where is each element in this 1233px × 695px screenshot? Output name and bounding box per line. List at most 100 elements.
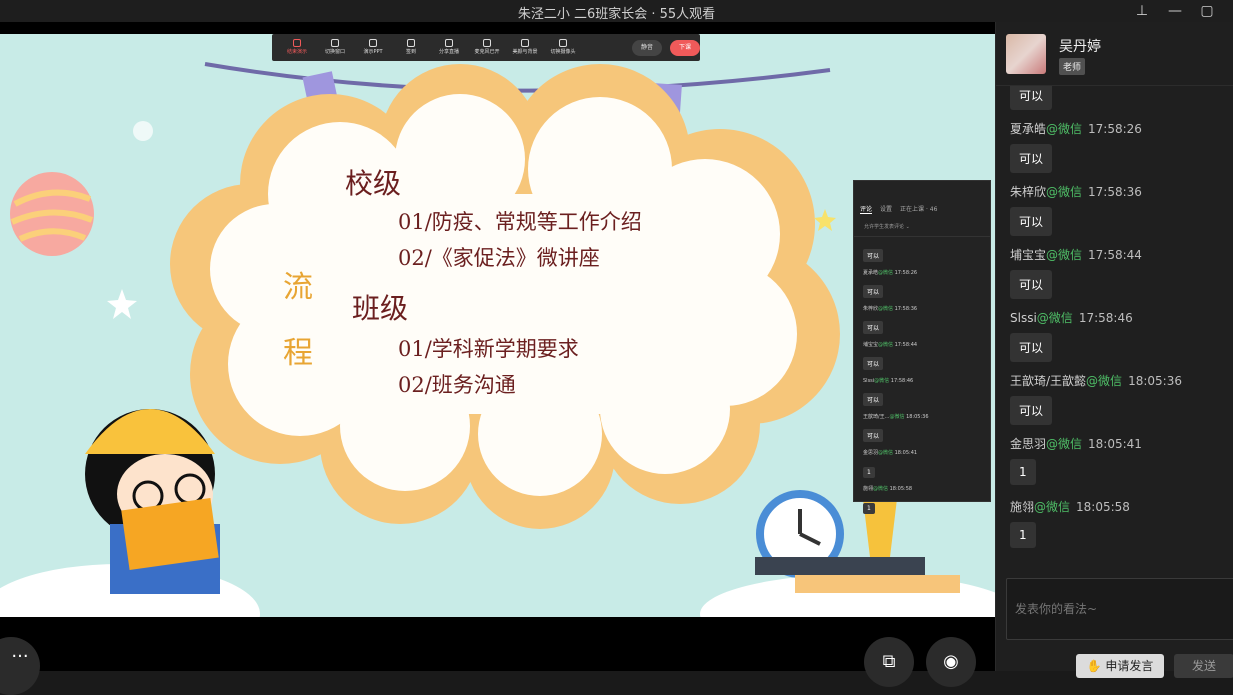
mini-author: 埔宝宝@微信 17:58:44 [863, 341, 990, 348]
comment-item: 王歆琦/王歆懿@微信 18:05:36 可以 [1010, 372, 1182, 425]
mini-author: 王歆琦/王...@微信 18:05:36 [863, 413, 990, 420]
mini-bubble: 可以 [863, 249, 884, 262]
comment-author: 埔宝宝@微信 17:58:44 [1010, 246, 1142, 263]
switch-camera-button[interactable]: 切换摄像头 [544, 39, 582, 56]
comment-time: 18:05:36 [906, 414, 929, 420]
author-name: 施翎 [1010, 500, 1035, 514]
comment-bubble: 可以 [1010, 396, 1053, 425]
mini-message: 王歆琦/王...@微信 18:05:36 可以 [854, 413, 990, 442]
mini-message: 可以 [854, 243, 990, 262]
mini-message: 金思羽@微信 18:05:41 1 [854, 449, 990, 478]
beauty-background-button[interactable]: 美颜与背景 [506, 39, 544, 56]
share-icon [445, 39, 453, 47]
mini-author: 施翎@微信 18:05:58 [863, 485, 990, 492]
apply-speak-button[interactable]: ✋ 申请发言 [1076, 654, 1164, 678]
mini-author: 金思羽@微信 18:05:41 [863, 449, 990, 456]
mini-message: 埔宝宝@微信 17:58:44 可以 [854, 341, 990, 370]
mini-bubble: 可以 [863, 357, 884, 370]
mini-bubble: 可以 [863, 393, 884, 406]
comment-bubble: 可以 [1010, 144, 1053, 173]
window-icon [331, 39, 339, 47]
comment-author: 施翎@微信 18:05:58 [1010, 498, 1130, 515]
author-name: 朱梓欣 [863, 306, 879, 312]
comment-input-box[interactable] [1006, 578, 1233, 640]
comment-item: 夏承皓@微信 17:58:26 可以 [1010, 120, 1142, 173]
mini-comment-panel: 评论 设置 正在上课 · 46 允许学生发表评论 ⌄ 可以 夏承皓@微信 17:5… [853, 180, 991, 514]
send-button[interactable]: 发送 [1174, 654, 1233, 678]
wechat-tag: @微信 [1036, 311, 1073, 325]
comment-time: 18:05:41 [894, 450, 918, 456]
comment-bubble: 可以 [1010, 207, 1053, 236]
comment-item: 埔宝宝@微信 17:58:44 可以 [1010, 246, 1142, 299]
comment-author: 金思羽@微信 18:05:41 [1010, 435, 1142, 452]
more-button[interactable]: ··· [0, 637, 40, 695]
comment-list[interactable]: 可以 夏承皓@微信 17:58:26 可以 朱梓欣@微信 17:58:36 可以 埔宝宝@微信… [996, 86, 1233, 576]
comment-time: 18:05:36 [1128, 374, 1182, 388]
school-item-1: 01/防疫、常规等工作介绍 [398, 210, 642, 234]
tab-in-class[interactable]: 正在上课 · 46 [900, 204, 937, 214]
sign-in-button[interactable]: 签到 [392, 39, 430, 56]
flow-char-1: 流 [283, 270, 313, 305]
comment-time: 18:05:58 [1076, 500, 1130, 514]
comment-panel: 吴丹婷 老师 可以 夏承皓@微信 17:58:26 可以 朱梓欣@微信 17:58:36 可… [995, 22, 1233, 678]
comment-time: 17:58:36 [894, 306, 918, 312]
live-stage: 流 程 校级 01/防疫、常规等工作介绍 02/《家促法》微讲座 班级 01/学… [0, 22, 995, 671]
mini-message-list: 可以 夏承皓@微信 17:58:26 可以 朱梓欣@微信 17:58:36 可以 埔宝宝@… [854, 243, 990, 514]
comment-item: 施翎@微信 18:05:58 1 [1010, 498, 1130, 548]
flow-char-2: 程 [283, 336, 313, 371]
mini-message: 夏承皓@微信 17:58:26 可以 [854, 269, 990, 298]
screen-share-icon[interactable]: ⧉ [864, 637, 914, 687]
comment-input[interactable] [1007, 579, 1233, 639]
mini-bubble: 可以 [863, 285, 884, 298]
school-item-2: 02/《家促法》微讲座 [398, 246, 600, 270]
wechat-tag: @微信 [874, 378, 890, 384]
switch-window-button[interactable]: 切换窗口 [316, 39, 354, 56]
mini-tabs: 评论 设置 正在上课 · 46 [854, 181, 990, 214]
mini-bubble: 可以 [863, 429, 884, 442]
end-class-button[interactable]: 下课 [670, 39, 700, 56]
mini-message: Slssi@微信 17:58:46 可以 [854, 377, 990, 406]
comment-time: 17:58:26 [894, 270, 918, 276]
mute-button[interactable]: 静音 [632, 39, 662, 56]
comment-author: 王歆琦/王歆懿@微信 18:05:36 [1010, 372, 1182, 389]
wechat-tag: @微信 [1034, 500, 1071, 514]
comment-author: Slssi@微信 17:58:46 [1010, 309, 1133, 326]
teacher-badge: 老师 [1059, 58, 1086, 75]
view-mode-icon[interactable]: ◉ [926, 637, 976, 687]
allow-comments-select[interactable]: 允许学生发表评论 ⌄ [854, 214, 990, 230]
author-name: Slssi [1010, 311, 1037, 325]
author-name: 夏承皓 [1010, 122, 1047, 136]
presenter-toolbar: 结束演示 切换窗口 演示PPT 签到 分享直播 麦克风已开 美颜与背景 切换摄像… [272, 34, 700, 61]
author-name: 施翎 [863, 486, 874, 492]
present-ppt-button[interactable]: 演示PPT [354, 39, 392, 56]
comment-author: 朱梓欣@微信 17:58:36 [1010, 183, 1142, 200]
ppt-icon [369, 39, 377, 47]
wechat-tag: @微信 [878, 450, 894, 456]
mini-author: 朱梓欣@微信 17:58:36 [863, 305, 990, 312]
author-name: 王歆琦/王... [863, 414, 890, 420]
stop-presenting-button[interactable]: 结束演示 [278, 39, 316, 56]
comment-bubble: 1 [1010, 522, 1036, 548]
pin-icon[interactable]: ⊥ [1131, 2, 1153, 20]
sparkle-icon [521, 39, 529, 47]
tab-settings[interactable]: 设置 [880, 204, 892, 214]
microphone-button[interactable]: 麦克风已开 [468, 39, 506, 56]
mini-message: 施翎@微信 18:05:58 1 [854, 485, 990, 514]
camera-icon [559, 39, 567, 47]
tab-comments[interactable]: 评论 [860, 204, 873, 214]
class-item-2: 02/班务沟通 [398, 373, 516, 397]
wechat-tag: @微信 [1046, 248, 1083, 262]
title-bar: 朱泾二小 二6班家长会 · 55人观看 ⊥ — ▢ [0, 0, 1233, 22]
comment-time: 17:58:44 [894, 342, 918, 348]
comment-item: Slssi@微信 17:58:46 可以 [1010, 309, 1133, 362]
maximize-button[interactable]: ▢ [1196, 2, 1218, 20]
presentation-slide: 流 程 校级 01/防疫、常规等工作介绍 02/《家促法》微讲座 班级 01/学… [0, 34, 995, 626]
wechat-tag: @微信 [878, 270, 894, 276]
comment-time: 17:58:36 [1088, 185, 1142, 199]
checkin-icon [407, 39, 415, 47]
wechat-tag: @微信 [889, 414, 905, 420]
microphone-icon [483, 39, 491, 47]
minimize-button[interactable]: — [1164, 2, 1186, 20]
avatar [1006, 34, 1046, 74]
share-live-button[interactable]: 分享直播 [430, 39, 468, 56]
